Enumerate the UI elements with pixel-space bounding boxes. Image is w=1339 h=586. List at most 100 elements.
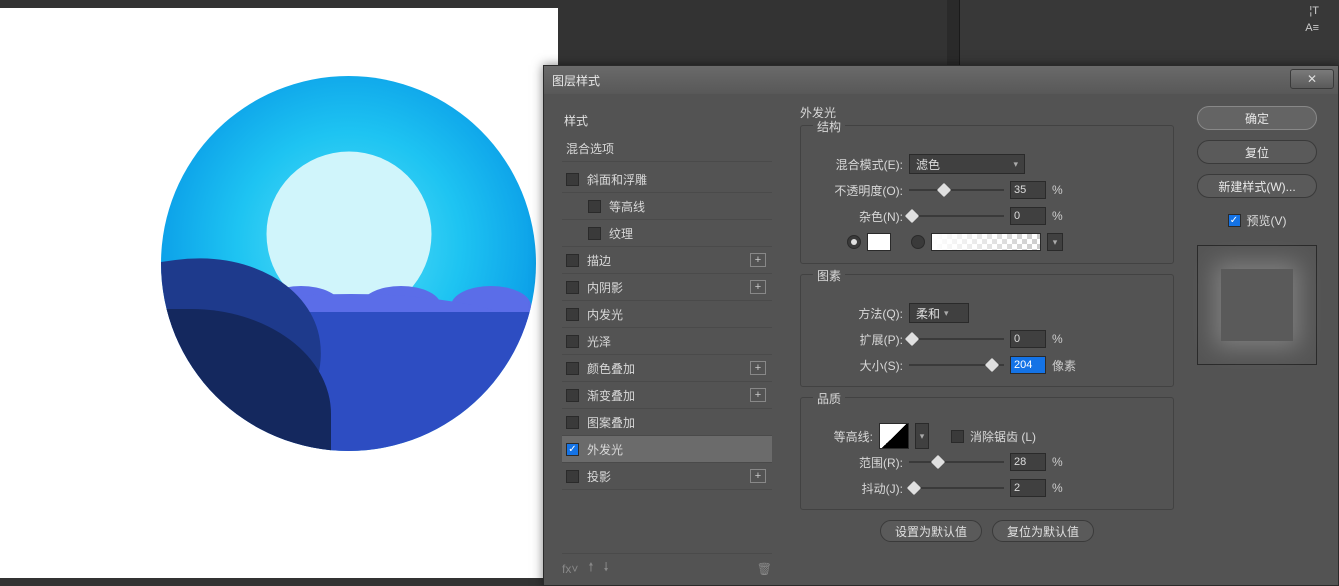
range-input[interactable]: [1010, 453, 1046, 471]
antialias-label: 消除锯齿 (L): [970, 428, 1036, 445]
range-slider[interactable]: [909, 455, 1004, 469]
style-row[interactable]: 内阴影 +: [562, 274, 772, 301]
style-label: 渐变叠加: [587, 387, 635, 404]
style-label: 光泽: [587, 333, 611, 350]
style-checkbox[interactable]: [588, 227, 601, 240]
contour-dropdown[interactable]: ▾: [915, 423, 929, 449]
blend-mode-label: 混合模式(E):: [811, 156, 903, 173]
opacity-slider[interactable]: [909, 183, 1004, 197]
artwork-circle: [161, 76, 536, 451]
right-panel-strip: ¦T A≡: [959, 0, 1339, 65]
canvas-background: [0, 8, 558, 578]
set-default-button[interactable]: 设置为默认值: [880, 520, 982, 542]
style-checkbox[interactable]: [566, 389, 579, 402]
style-checkbox[interactable]: [588, 200, 601, 213]
layer-style-dialog: 图层样式 ✕ 样式 混合选项 斜面和浮雕等高线纹理描边 + 内阴影 + 内发光光泽颜色叠…: [543, 65, 1339, 586]
style-label: 内发光: [587, 306, 623, 323]
reset-button[interactable]: 复位: [1197, 140, 1317, 164]
style-checkbox[interactable]: ✓: [566, 443, 579, 456]
style-row[interactable]: 内发光: [562, 301, 772, 328]
gradient-radio[interactable]: [911, 235, 925, 249]
style-row[interactable]: 等高线: [562, 193, 772, 220]
fx-icon[interactable]: fx˅: [562, 562, 578, 576]
style-label: 内阴影: [587, 279, 623, 296]
settings-column: 外发光 结构 混合模式(E): 滤色 ▾ 不透明度(O): %: [784, 94, 1190, 585]
paragraph-icon[interactable]: A≡: [1305, 22, 1319, 34]
preview-thumbnail: [1197, 245, 1317, 365]
dialog-titlebar[interactable]: 图层样式 ✕: [544, 66, 1338, 94]
add-effect-icon[interactable]: +: [750, 361, 766, 375]
add-effect-icon[interactable]: +: [750, 253, 766, 267]
color-swatch[interactable]: [867, 233, 891, 251]
blend-mode-select[interactable]: 滤色 ▾: [909, 154, 1025, 174]
color-radio[interactable]: [847, 235, 861, 249]
style-label: 颜色叠加: [587, 360, 635, 377]
close-button[interactable]: ✕: [1290, 69, 1334, 89]
add-effect-icon[interactable]: +: [750, 469, 766, 483]
noise-label: 杂色(N):: [811, 208, 903, 225]
ok-button[interactable]: 确定: [1197, 106, 1317, 130]
style-label: 图案叠加: [587, 414, 635, 431]
gradient-dropdown[interactable]: ▾: [1047, 233, 1063, 251]
style-row[interactable]: 描边 +: [562, 247, 772, 274]
style-label: 等高线: [609, 198, 645, 215]
style-row[interactable]: 投影+: [562, 463, 772, 490]
up-icon[interactable]: 🠕: [588, 558, 593, 579]
style-row[interactable]: ✓ 外发光: [562, 436, 772, 463]
antialias-checkbox[interactable]: [951, 430, 964, 443]
opacity-input[interactable]: [1010, 181, 1046, 199]
size-slider[interactable]: [909, 358, 1004, 372]
range-label: 范围(R):: [811, 454, 903, 471]
contour-label: 等高线:: [811, 428, 873, 445]
style-checkbox[interactable]: [566, 308, 579, 321]
noise-input[interactable]: [1010, 207, 1046, 225]
jitter-slider[interactable]: [909, 481, 1004, 495]
style-checkbox[interactable]: [566, 254, 579, 267]
chevron-down-icon: ▾: [944, 308, 949, 319]
preview-checkbox[interactable]: ✓: [1228, 214, 1241, 227]
styles-footer: fx˅ 🠕 🠗 🗑: [562, 553, 772, 579]
blend-options-row[interactable]: 混合选项: [562, 135, 772, 162]
style-checkbox[interactable]: [566, 173, 579, 186]
contour-picker[interactable]: [879, 423, 909, 449]
style-row[interactable]: 颜色叠加 +: [562, 355, 772, 382]
jitter-label: 抖动(J):: [811, 480, 903, 497]
style-label: 外发光: [587, 441, 623, 458]
gradient-swatch[interactable]: [931, 233, 1041, 251]
style-label: 描边: [587, 252, 611, 269]
size-input[interactable]: [1010, 356, 1046, 374]
elements-group: 图素 方法(Q): 柔和 ▾ 扩展(P): % 大小(S):: [800, 274, 1174, 387]
opacity-label: 不透明度(O):: [811, 182, 903, 199]
style-row[interactable]: 纹理: [562, 220, 772, 247]
add-effect-icon[interactable]: +: [750, 280, 766, 294]
trash-icon[interactable]: 🗑: [757, 562, 772, 576]
style-checkbox[interactable]: [566, 416, 579, 429]
add-effect-icon[interactable]: +: [750, 388, 766, 402]
style-checkbox[interactable]: [566, 281, 579, 294]
spread-input[interactable]: [1010, 330, 1046, 348]
style-checkbox[interactable]: [566, 362, 579, 375]
technique-label: 方法(Q):: [811, 305, 903, 322]
style-row[interactable]: 斜面和浮雕: [562, 166, 772, 193]
new-style-button[interactable]: 新建样式(W)...: [1197, 174, 1317, 198]
style-row[interactable]: 渐变叠加 +: [562, 382, 772, 409]
reset-default-button[interactable]: 复位为默认值: [992, 520, 1094, 542]
quality-group: 品质 等高线: ▾ 消除锯齿 (L) 范围(R): % 抖动(J):: [800, 397, 1174, 510]
type-tool-icon[interactable]: ¦T: [1309, 5, 1319, 17]
style-label: 纹理: [609, 225, 633, 242]
size-label: 大小(S):: [811, 357, 903, 374]
jitter-input[interactable]: [1010, 479, 1046, 497]
style-label: 斜面和浮雕: [587, 171, 647, 188]
down-icon[interactable]: 🠗: [604, 558, 609, 579]
actions-column: 确定 复位 新建样式(W)... ✓ 预览(V): [1190, 94, 1338, 585]
style-row[interactable]: 图案叠加: [562, 409, 772, 436]
noise-slider[interactable]: [909, 209, 1004, 223]
chevron-down-icon: ▾: [1013, 159, 1018, 170]
style-checkbox[interactable]: [566, 470, 579, 483]
styles-header[interactable]: 样式: [562, 106, 772, 135]
style-row[interactable]: 光泽: [562, 328, 772, 355]
style-checkbox[interactable]: [566, 335, 579, 348]
technique-select[interactable]: 柔和 ▾: [909, 303, 969, 323]
preview-label: 预览(V): [1247, 212, 1287, 229]
spread-slider[interactable]: [909, 332, 1004, 346]
